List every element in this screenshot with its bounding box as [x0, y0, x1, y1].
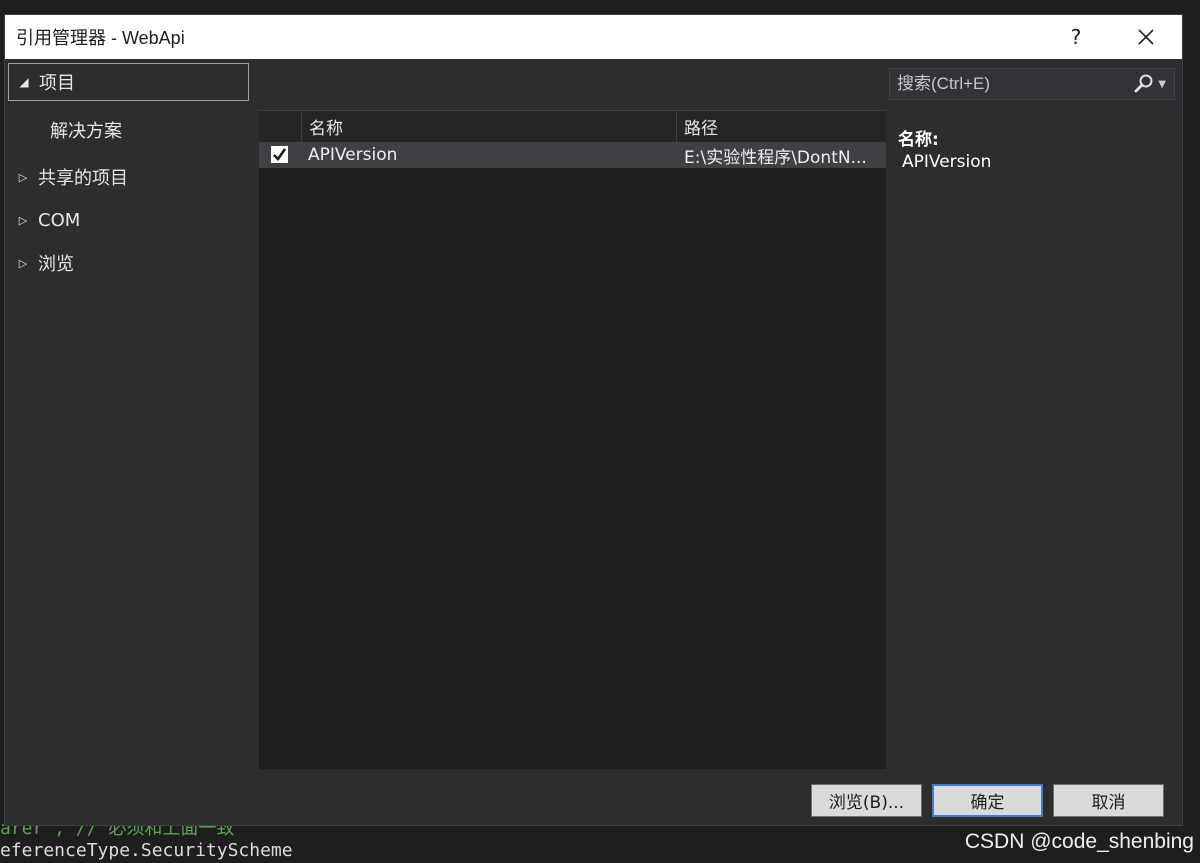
detail-panel: 名称: APIVersion: [898, 125, 991, 172]
reference-manager-dialog: 引用管理器 - WebApi ? ◢ 项目 解决方案 ▷ 共享的项目 ▷ COM…: [4, 14, 1183, 826]
title-bar: 引用管理器 - WebApi ?: [5, 15, 1182, 59]
tree-item-label: 浏览: [38, 254, 74, 275]
chevron-down-icon[interactable]: ▼: [1158, 79, 1166, 90]
reference-checkbox[interactable]: [271, 146, 288, 163]
browse-button[interactable]: 浏览(B)...: [811, 784, 922, 817]
collapsed-triangle-icon[interactable]: ▷: [8, 257, 38, 270]
search-input[interactable]: [890, 73, 1133, 95]
expanded-triangle-icon[interactable]: ◢: [9, 75, 39, 89]
detail-value: APIVersion: [902, 152, 992, 172]
category-tree: ◢ 项目 解决方案 ▷ 共享的项目 ▷ COM ▷ 浏览: [5, 59, 255, 771]
tree-item-label: COM: [38, 209, 81, 231]
checkbox-column-header[interactable]: [259, 111, 301, 142]
tree-item-label: 解决方案: [50, 121, 122, 142]
row-path: E:\实验性程序\DontN...: [684, 147, 867, 168]
row-name: APIVersion: [308, 145, 398, 165]
table-row[interactable]: APIVersion E:\实验性程序\DontN...: [259, 142, 886, 168]
reference-list: 名称 路径 APIVersion E:\实验性程序\DontN...: [259, 110, 886, 769]
list-header: 名称 路径: [259, 111, 886, 142]
watermark: CSDN @code_shenbing: [964, 830, 1194, 853]
cancel-button[interactable]: 取消: [1053, 784, 1164, 817]
tree-item-browse[interactable]: ▷ 浏览: [8, 244, 249, 282]
checkmark-icon: [273, 148, 287, 162]
tree-item-com[interactable]: ▷ COM: [8, 201, 249, 239]
close-button[interactable]: [1116, 15, 1176, 59]
collapsed-triangle-icon[interactable]: ▷: [8, 171, 38, 184]
tree-item-label: 共享的项目: [38, 168, 128, 189]
tree-item-label: 项目: [39, 73, 75, 94]
close-icon: [1138, 29, 1154, 45]
collapsed-triangle-icon[interactable]: ▷: [8, 214, 38, 227]
ok-button[interactable]: 确定: [932, 784, 1043, 817]
search-box[interactable]: ▼: [889, 68, 1175, 100]
tree-item-shared-projects[interactable]: ▷ 共享的项目: [8, 158, 249, 196]
tree-item-solution[interactable]: 解决方案: [8, 111, 249, 149]
search-icon[interactable]: [1132, 72, 1156, 96]
column-header-name[interactable]: 名称: [301, 111, 676, 142]
background-code-line: eferenceType.SecurityScheme: [0, 840, 293, 861]
detail-label: 名称:: [898, 130, 939, 150]
tree-item-projects[interactable]: ◢ 项目: [8, 63, 249, 101]
window-title: 引用管理器 - WebApi: [16, 28, 185, 48]
column-header-path[interactable]: 路径: [676, 111, 886, 142]
help-button[interactable]: ?: [1046, 15, 1106, 59]
help-icon: ?: [1070, 25, 1082, 49]
